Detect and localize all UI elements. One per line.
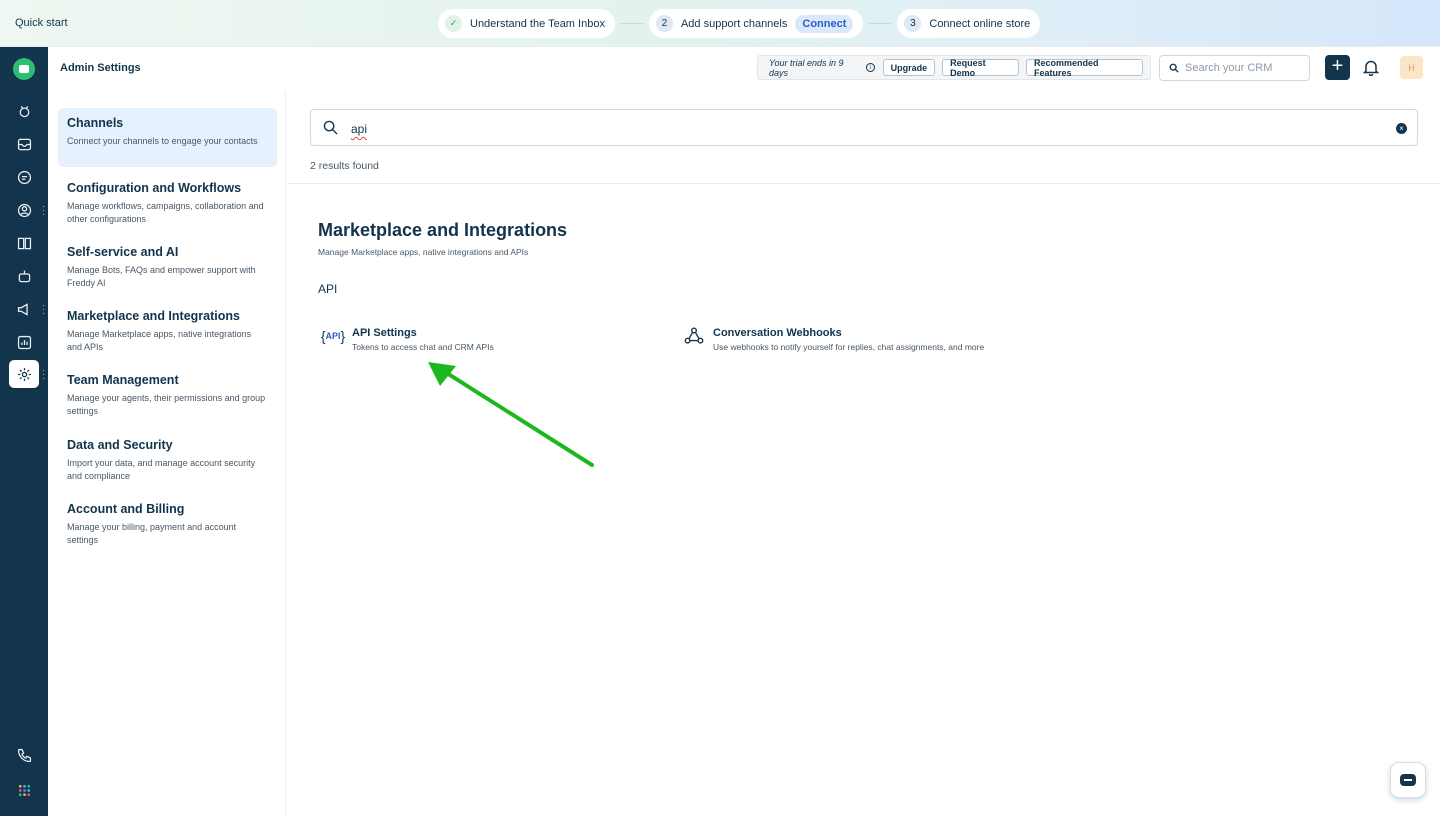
- nav-item-desc: Import your data, and manage account sec…: [67, 458, 256, 481]
- nav-item-desc: Manage your billing, payment and account…: [67, 522, 237, 545]
- nav-item-desc: Manage Marketplace apps, native integrat…: [67, 329, 252, 352]
- crm-search-placeholder: Search your CRM: [1185, 62, 1273, 74]
- step-label: Understand the Team Inbox: [470, 17, 605, 30]
- nav-item-self-service[interactable]: Self-service and AI Manage Bots, FAQs an…: [58, 237, 277, 296]
- result-desc: Tokens to access chat and CRM APIs: [352, 342, 494, 352]
- request-demo-button[interactable]: Request Demo: [942, 58, 1019, 78]
- results-count: 2 results found: [310, 160, 379, 172]
- upgrade-button[interactable]: Upgrade: [882, 59, 936, 76]
- header: Admin Settings Your trial ends in 9 days…: [48, 47, 1440, 91]
- nav-item-desc: Manage Bots, FAQs and empower support wi…: [67, 265, 256, 288]
- crm-search-input[interactable]: Search your CRM: [1159, 55, 1310, 81]
- reports-icon[interactable]: [12, 330, 36, 354]
- webhook-icon: [682, 324, 706, 348]
- left-rail: · · · · · · · · ·: [0, 47, 48, 816]
- result-title[interactable]: API Settings: [352, 327, 494, 339]
- recommended-features-button[interactable]: Recommended Features: [1025, 58, 1143, 78]
- quick-start-bar: Quick start ✓ Understand the Team Inbox …: [0, 0, 1440, 47]
- nav-item-title: Self-service and AI: [67, 245, 179, 259]
- divider: [287, 183, 1440, 184]
- conversations-icon[interactable]: [12, 165, 36, 189]
- nav-item-title: Account and Billing: [67, 502, 185, 516]
- step-label: Connect online store: [929, 17, 1031, 30]
- nav-item-desc: Manage workflows, campaigns, collaborati…: [67, 201, 264, 224]
- check-icon: ✓: [445, 15, 462, 32]
- more-dots-icon[interactable]: · · ·: [42, 301, 45, 319]
- group-title: API: [318, 282, 338, 296]
- chat-icon: [1400, 774, 1416, 786]
- settings-nav: Channels Connect your channels to engage…: [48, 91, 286, 816]
- nav-item-title: Channels: [67, 116, 124, 130]
- more-dots-icon[interactable]: · · ·: [42, 366, 45, 384]
- step-connector: [869, 23, 892, 24]
- dashboard-icon[interactable]: [12, 99, 36, 123]
- app-logo-icon[interactable]: [13, 58, 35, 80]
- api-icon: {API}: [320, 328, 346, 344]
- contacts-icon[interactable]: [12, 198, 36, 222]
- step-number: 3: [904, 15, 922, 32]
- phone-icon[interactable]: [12, 743, 36, 767]
- search-icon: [323, 120, 338, 140]
- step-label: Add support channels: [680, 17, 788, 30]
- campaigns-icon[interactable]: [12, 297, 36, 321]
- section-title: Marketplace and Integrations: [318, 220, 568, 240]
- notifications-bell-icon[interactable]: [1362, 59, 1380, 77]
- quick-start-step-3[interactable]: 3 Connect online store: [897, 9, 1041, 38]
- quick-start-step-1[interactable]: ✓ Understand the Team Inbox: [438, 9, 615, 38]
- nav-item-channels[interactable]: Channels Connect your channels to engage…: [58, 108, 277, 167]
- settings-gear-icon[interactable]: [9, 360, 39, 388]
- nav-item-title: Configuration and Workflows: [67, 181, 242, 195]
- nav-item-marketplace[interactable]: Marketplace and Integrations Manage Mark…: [58, 301, 277, 360]
- conversation-webhooks-item[interactable]: Conversation Webhooks Use webhooks to no…: [682, 324, 984, 352]
- nav-item-title: Team Management: [67, 373, 179, 387]
- quick-start-steps: ✓ Understand the Team Inbox 2 Add suppor…: [438, 9, 1041, 38]
- nav-item-data-security[interactable]: Data and Security Import your data, and …: [58, 430, 277, 489]
- knowledge-base-icon[interactable]: [12, 231, 36, 255]
- quick-start-step-2[interactable]: 2 Add support channels Connect: [648, 9, 864, 38]
- nav-item-account-billing[interactable]: Account and Billing Manage your billing,…: [58, 494, 277, 553]
- connect-button[interactable]: Connect: [795, 14, 854, 33]
- apps-grid-icon[interactable]: [12, 778, 36, 802]
- nav-item-title: Data and Security: [67, 438, 173, 452]
- nav-item-title: Marketplace and Integrations: [67, 309, 240, 323]
- result-desc: Use webhooks to notify yourself for repl…: [713, 342, 985, 352]
- nav-item-configuration[interactable]: Configuration and Workflows Manage workf…: [58, 173, 277, 232]
- trial-text: Your trial ends in 9 days: [769, 57, 844, 78]
- bot-icon[interactable]: [12, 264, 36, 288]
- nav-item-desc: Connect your channels to engage your con…: [67, 136, 258, 146]
- nav-item-desc: Manage your agents, their permissions an…: [67, 393, 266, 416]
- quick-start-title[interactable]: Quick start: [15, 17, 68, 29]
- clear-search-icon[interactable]: ×: [1396, 123, 1407, 134]
- section-desc: Manage Marketplace apps, native integrat…: [318, 247, 529, 257]
- inbox-icon[interactable]: [12, 132, 36, 156]
- nav-item-team-management[interactable]: Team Management Manage your agents, thei…: [58, 365, 277, 424]
- page-title: Admin Settings: [60, 62, 141, 74]
- chat-widget-button[interactable]: [1390, 762, 1426, 798]
- search-icon: [1169, 63, 1179, 73]
- more-dots-icon[interactable]: · · ·: [42, 202, 45, 220]
- settings-search-input[interactable]: api ×: [310, 109, 1418, 146]
- avatar[interactable]: H: [1400, 56, 1423, 79]
- api-settings-item[interactable]: {API} API Settings Tokens to access chat…: [321, 324, 494, 352]
- annotation-arrow-icon: [428, 362, 594, 467]
- search-value[interactable]: api: [351, 122, 367, 136]
- add-new-button[interactable]: +: [1325, 55, 1350, 80]
- step-number: 2: [655, 15, 673, 32]
- step-connector: [620, 23, 643, 24]
- info-icon[interactable]: i: [865, 63, 875, 72]
- trial-banner: Your trial ends in 9 days i Upgrade Requ…: [757, 55, 1151, 80]
- result-title[interactable]: Conversation Webhooks: [713, 327, 984, 339]
